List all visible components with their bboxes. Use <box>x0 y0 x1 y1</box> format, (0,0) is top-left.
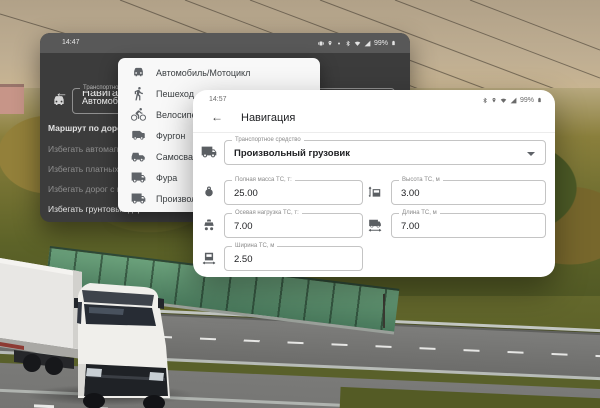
chevron-down-icon[interactable] <box>527 152 535 156</box>
pedestrian-icon <box>131 86 146 101</box>
height-field[interactable]: Высота ТС, м 3.00 <box>391 180 546 205</box>
status-icons: 99% <box>318 39 396 47</box>
field-label: Осевая нагрузка ТС, т: <box>232 210 302 216</box>
location-icon <box>491 97 497 104</box>
field-label: Длина ТС, м <box>399 210 440 216</box>
battery-icon <box>537 96 542 104</box>
axle-load-icon <box>202 218 216 232</box>
status-icons: 99% <box>482 96 542 104</box>
field-value: Произвольный грузовик <box>234 148 350 159</box>
truck-height-icon <box>368 185 382 199</box>
battery-percent: 99% <box>520 97 534 104</box>
vibrate-icon <box>318 40 324 47</box>
location-icon <box>327 40 333 47</box>
weight-icon <box>202 185 216 199</box>
vehicle-select[interactable]: Транспортное средство Произвольный грузо… <box>224 140 546 165</box>
axle-load-field[interactable]: Осевая нагрузка ТС, т: 7.00 <box>224 213 363 238</box>
menu-item-label: Пешеход <box>156 89 194 99</box>
truck-photo <box>0 246 199 408</box>
clock: 14:47 <box>62 39 80 46</box>
back-button[interactable]: ← <box>211 110 223 124</box>
menu-item-label: Фура <box>156 173 177 183</box>
width-field[interactable]: Ширина ТС, м 2.50 <box>224 246 363 271</box>
clock: 14:57 <box>209 96 227 103</box>
menu-item-label: Самосвал <box>156 152 198 162</box>
bluetooth-icon <box>482 97 488 104</box>
wifi-icon <box>500 97 507 104</box>
van-icon <box>131 128 146 143</box>
car-icon <box>131 65 146 80</box>
page-title: Навигация <box>241 112 295 124</box>
field-value: 2.50 <box>234 254 253 265</box>
field-label: Высота ТС, м <box>399 177 443 183</box>
field-label: Полная масса ТС, т: <box>232 177 295 183</box>
gross-weight-field[interactable]: Полная масса ТС, т: 25.00 <box>224 180 363 205</box>
screenshot: 14:47 99% ← Навигация Транспортное средс… <box>0 0 600 408</box>
truck-width-icon <box>202 251 216 265</box>
menu-item-car[interactable]: Автомобиль/Мотоцикл <box>118 62 320 83</box>
bicycle-icon <box>131 107 146 122</box>
bluetooth-icon <box>345 40 351 47</box>
hotspot-icon <box>336 40 342 47</box>
field-value: 7.00 <box>234 221 253 232</box>
field-value: 7.00 <box>401 221 420 232</box>
dump-truck-icon <box>131 149 146 164</box>
signal-icon <box>364 40 371 47</box>
battery-icon <box>391 39 396 47</box>
field-value: 25.00 <box>234 188 258 199</box>
light-phone-screen: 14:57 99% ← Навигация Транспортное средс… <box>193 90 555 277</box>
building <box>0 84 24 114</box>
roadside-post <box>383 294 385 328</box>
signal-icon <box>510 97 517 104</box>
truck-icon <box>131 191 146 206</box>
truck-icon <box>201 144 217 160</box>
truck-length-icon <box>368 218 382 232</box>
menu-item-label: Автомобиль/Мотоцикл <box>156 68 250 78</box>
battery-percent: 99% <box>374 40 388 47</box>
semi-truck-icon <box>131 170 146 185</box>
field-label: Ширина ТС, м <box>232 243 277 249</box>
divider <box>193 132 555 133</box>
length-field[interactable]: Длина ТС, м 7.00 <box>391 213 546 238</box>
field-value: 3.00 <box>401 188 420 199</box>
menu-item-label: Фургон <box>156 131 185 141</box>
field-label: Транспортное средство <box>232 137 304 143</box>
car-icon <box>51 93 67 109</box>
wifi-icon <box>354 40 361 47</box>
